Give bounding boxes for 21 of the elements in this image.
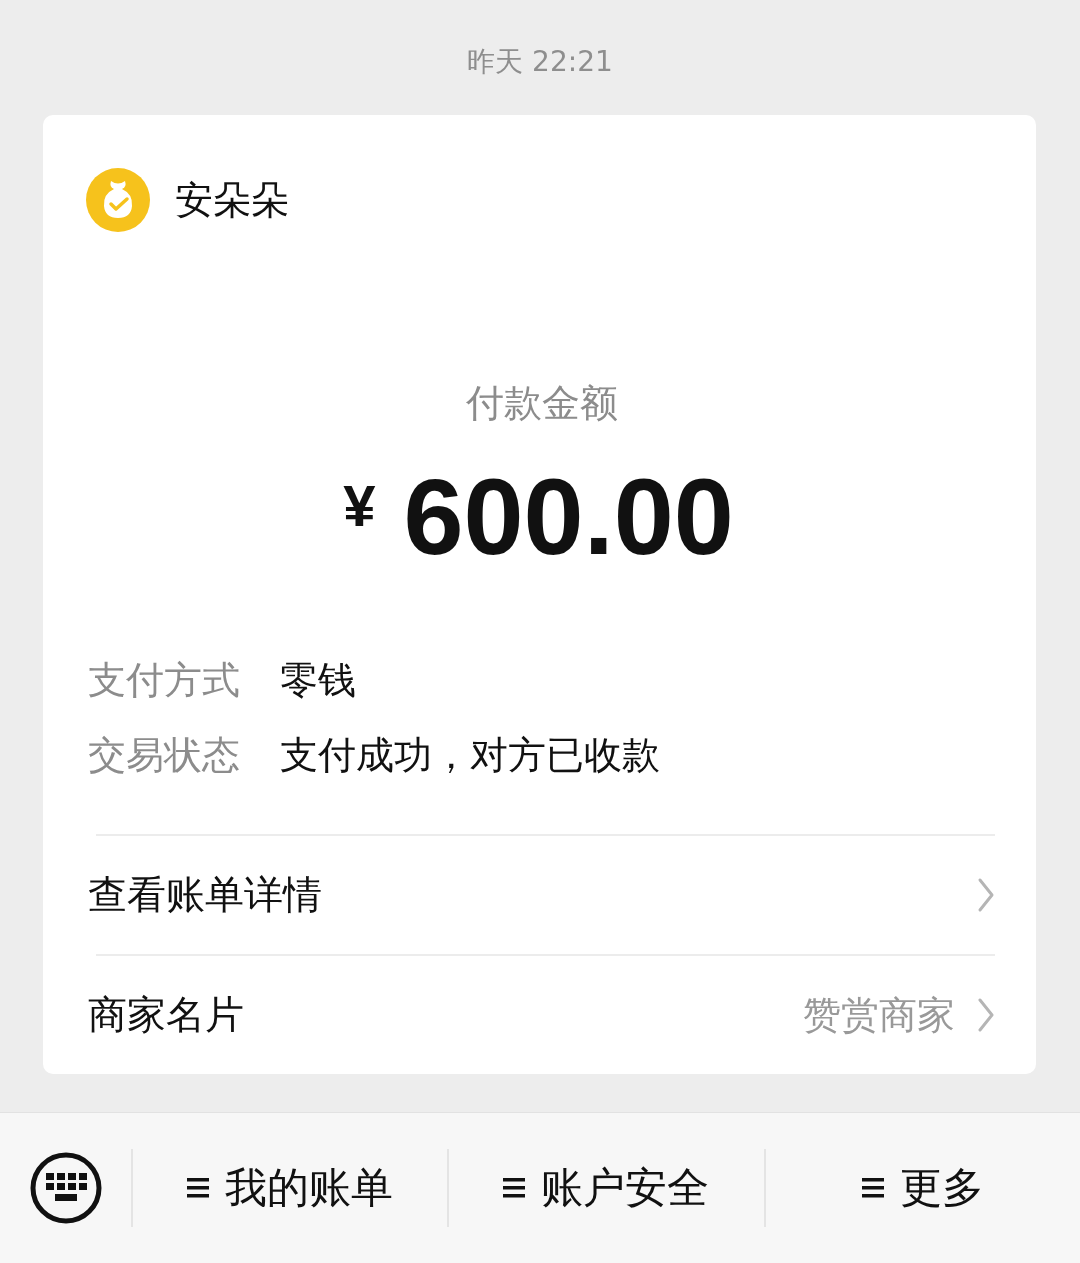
amount-label: 付款金额 bbox=[465, 380, 618, 427]
message-time: 昨天 22:21 bbox=[467, 44, 613, 80]
merchant-logo-icon bbox=[86, 168, 150, 232]
currency-symbol: ¥ bbox=[343, 476, 376, 536]
detail-label: 交易状态 bbox=[88, 731, 241, 779]
list-row-link[interactable]: 查看账单详情 bbox=[88, 870, 322, 920]
keyboard-icon[interactable] bbox=[29, 1152, 102, 1224]
detail-label: 支付方式 bbox=[88, 656, 241, 704]
detail-value: 支付成功，对方已收款 bbox=[280, 731, 660, 779]
detail-value: 零钱 bbox=[280, 656, 356, 704]
menu-button[interactable]: 我的账单 bbox=[177, 1155, 404, 1221]
chevron-right-icon[interactable] bbox=[977, 997, 995, 1033]
menu-icon bbox=[861, 1178, 884, 1198]
menu-icon bbox=[503, 1178, 526, 1198]
menu-button[interactable]: 账户安全 bbox=[493, 1155, 720, 1221]
menu-icon bbox=[187, 1178, 210, 1198]
list-row-link[interactable]: 商家名片 bbox=[88, 990, 244, 1040]
menu-button[interactable]: 更多 bbox=[851, 1155, 994, 1221]
merchant-name: 安朵朵 bbox=[175, 177, 289, 224]
payment-amount: 600.00 bbox=[403, 462, 734, 572]
chevron-right-icon[interactable] bbox=[977, 877, 995, 913]
